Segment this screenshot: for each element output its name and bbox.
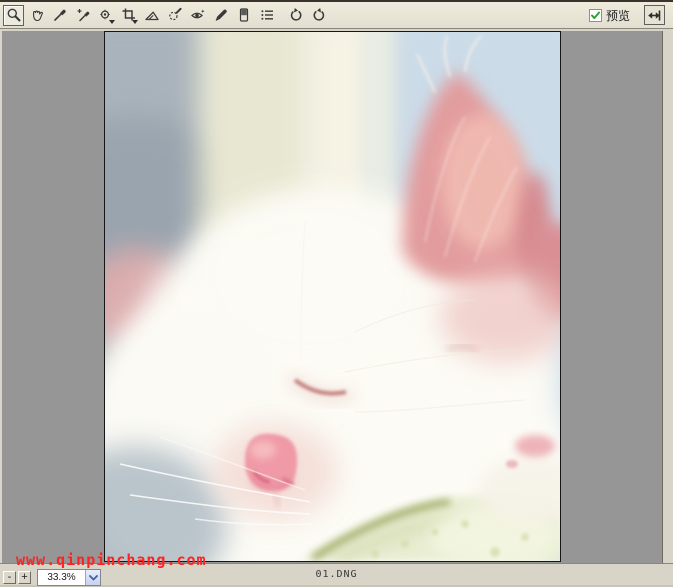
checkmark-icon <box>590 10 601 21</box>
photo-preview[interactable] <box>104 31 561 562</box>
zoom-tool-button[interactable] <box>3 5 24 26</box>
adjustment-brush-tool-button[interactable] <box>210 5 231 26</box>
dropdown-arrow-icon <box>109 20 115 24</box>
preview-canvas <box>2 31 663 563</box>
preview-checkbox[interactable] <box>589 9 602 22</box>
color-sampler-tool-button[interactable] <box>72 5 93 26</box>
straighten-tool-button[interactable] <box>141 5 162 26</box>
eyedropper-icon <box>52 7 68 23</box>
graduated-filter-tool-button[interactable] <box>233 5 254 26</box>
targeted-adjustment-tool-button[interactable] <box>95 5 116 26</box>
preview-label: 预览 <box>606 7 630 24</box>
toggle-fullscreen-button[interactable] <box>644 5 665 25</box>
magnifier-icon <box>6 7 22 23</box>
crop-tool-button[interactable] <box>118 5 139 26</box>
white-balance-tool-button[interactable] <box>49 5 70 26</box>
preferences-button[interactable] <box>256 5 277 26</box>
preview-group: 预览 <box>589 7 630 24</box>
straighten-icon <box>144 7 160 23</box>
spot-removal-icon <box>167 7 183 23</box>
brush-icon <box>213 7 229 23</box>
preferences-list-icon <box>259 7 275 23</box>
filename-label: 01.DNG <box>0 569 673 580</box>
hand-icon <box>29 7 45 23</box>
spot-removal-tool-button[interactable] <box>164 5 185 26</box>
color-sampler-icon <box>75 7 91 23</box>
rotate-right-button[interactable] <box>308 5 329 26</box>
hand-tool-button[interactable] <box>26 5 47 26</box>
rotate-ccw-icon <box>288 7 304 23</box>
graduated-filter-icon <box>236 7 252 23</box>
toolbar: 预览 <box>0 0 673 29</box>
red-eye-icon <box>190 7 206 23</box>
dropdown-arrow-icon <box>132 20 138 24</box>
kitten-photo <box>105 32 560 561</box>
red-eye-removal-tool-button[interactable] <box>187 5 208 26</box>
toggle-fullscreen-icon <box>647 9 662 22</box>
rotate-left-button[interactable] <box>285 5 306 26</box>
camera-raw-window: 预览 <box>0 0 673 587</box>
watermark: www.qinpinchang.com <box>16 551 207 569</box>
rotate-cw-icon <box>311 7 327 23</box>
